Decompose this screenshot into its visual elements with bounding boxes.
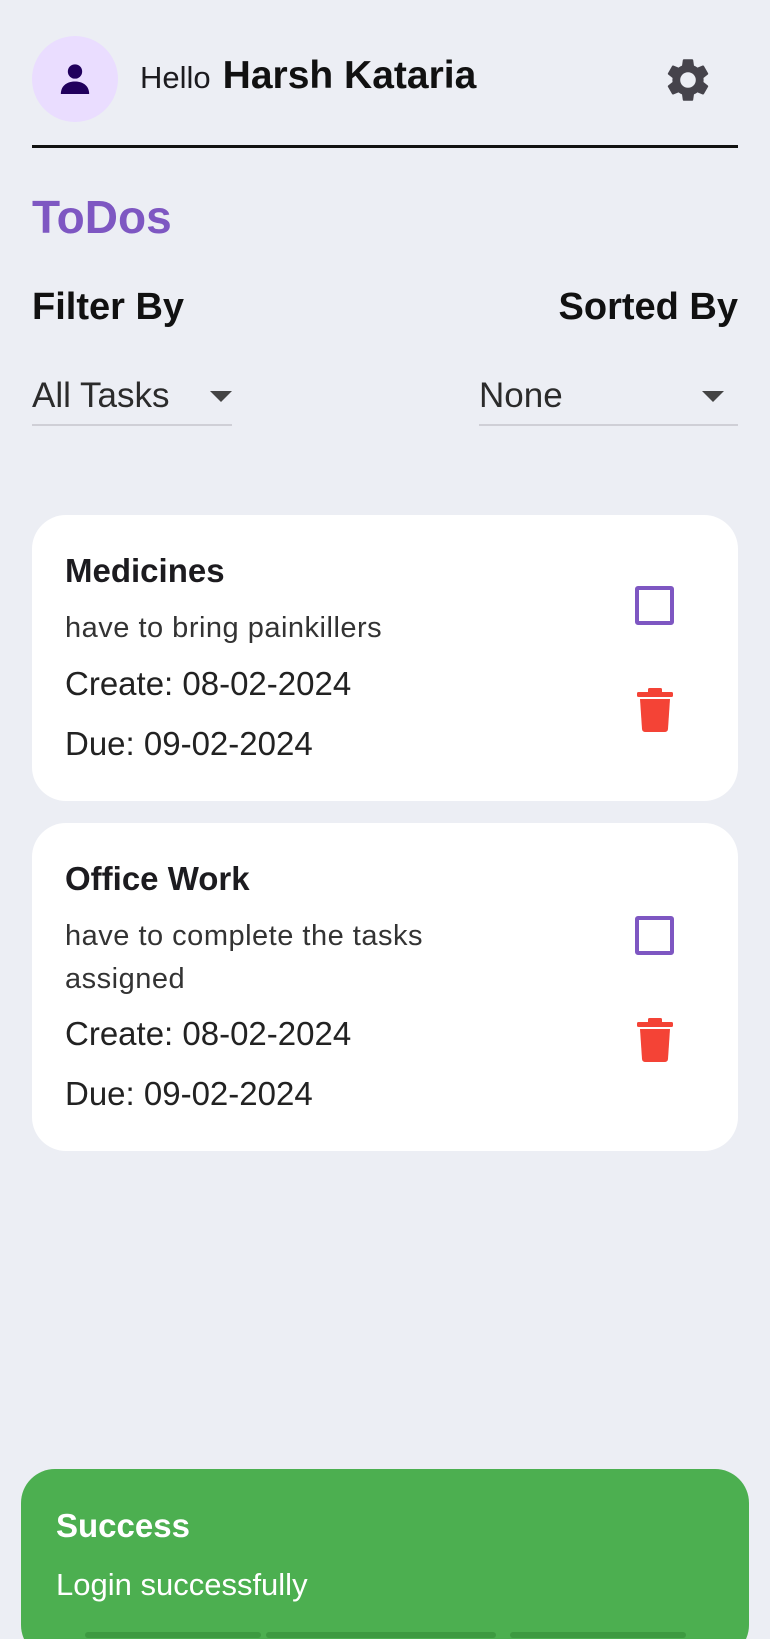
filter-selected-value: All Tasks: [32, 376, 170, 415]
settings-button[interactable]: [662, 54, 714, 106]
success-snackbar[interactable]: Success Login successfully: [21, 1469, 749, 1639]
nav-peek-segment: [510, 1632, 686, 1638]
task-description: have to bring painkillers: [65, 612, 383, 644]
user-name: Harsh Kataria: [222, 54, 477, 97]
chevron-down-icon: [702, 390, 724, 402]
avatar[interactable]: [32, 36, 118, 122]
todo-app: Hello Harsh Kataria ToDos Filter By Sort…: [0, 0, 770, 1639]
header: Hello Harsh Kataria: [32, 36, 738, 122]
sort-label: Sorted By: [558, 286, 738, 328]
task-title: Medicines: [65, 552, 225, 589]
task-card[interactable]: Office Work have to complete the tasks a…: [32, 823, 738, 1151]
task-card[interactable]: Medicines have to bring painkillers Crea…: [32, 515, 738, 801]
gear-icon: [667, 59, 709, 101]
filter-dropdown[interactable]: All Tasks: [32, 368, 232, 426]
page-title: ToDos: [32, 191, 172, 243]
task-complete-checkbox[interactable]: [635, 586, 674, 625]
nav-peek-segment: [85, 1632, 261, 1638]
sort-dropdown[interactable]: None: [479, 368, 738, 426]
task-due-date: Due: 09-02-2024: [65, 1075, 313, 1112]
filter-label: Filter By: [32, 286, 185, 328]
snackbar-title: Success: [56, 1507, 190, 1544]
nav-peek-segment: [266, 1632, 496, 1638]
chevron-down-icon: [210, 390, 232, 402]
task-created-date: Create: 08-02-2024: [65, 1015, 352, 1052]
greeting: Hello Harsh Kataria: [140, 54, 476, 98]
person-icon: [60, 64, 90, 94]
trash-icon[interactable]: [636, 688, 674, 732]
task-created-date: Create: 08-02-2024: [65, 665, 352, 702]
task-complete-checkbox[interactable]: [635, 916, 674, 955]
snackbar-message: Login successfully: [56, 1567, 308, 1602]
task-due-date: Due: 09-02-2024: [65, 725, 313, 762]
task-description: have to complete the tasks assigned: [65, 920, 423, 995]
sort-selected-value: None: [479, 376, 563, 415]
header-divider: [32, 145, 738, 148]
trash-icon[interactable]: [636, 1018, 674, 1062]
greeting-text: Hello: [140, 60, 211, 95]
task-title: Office Work: [65, 860, 250, 897]
